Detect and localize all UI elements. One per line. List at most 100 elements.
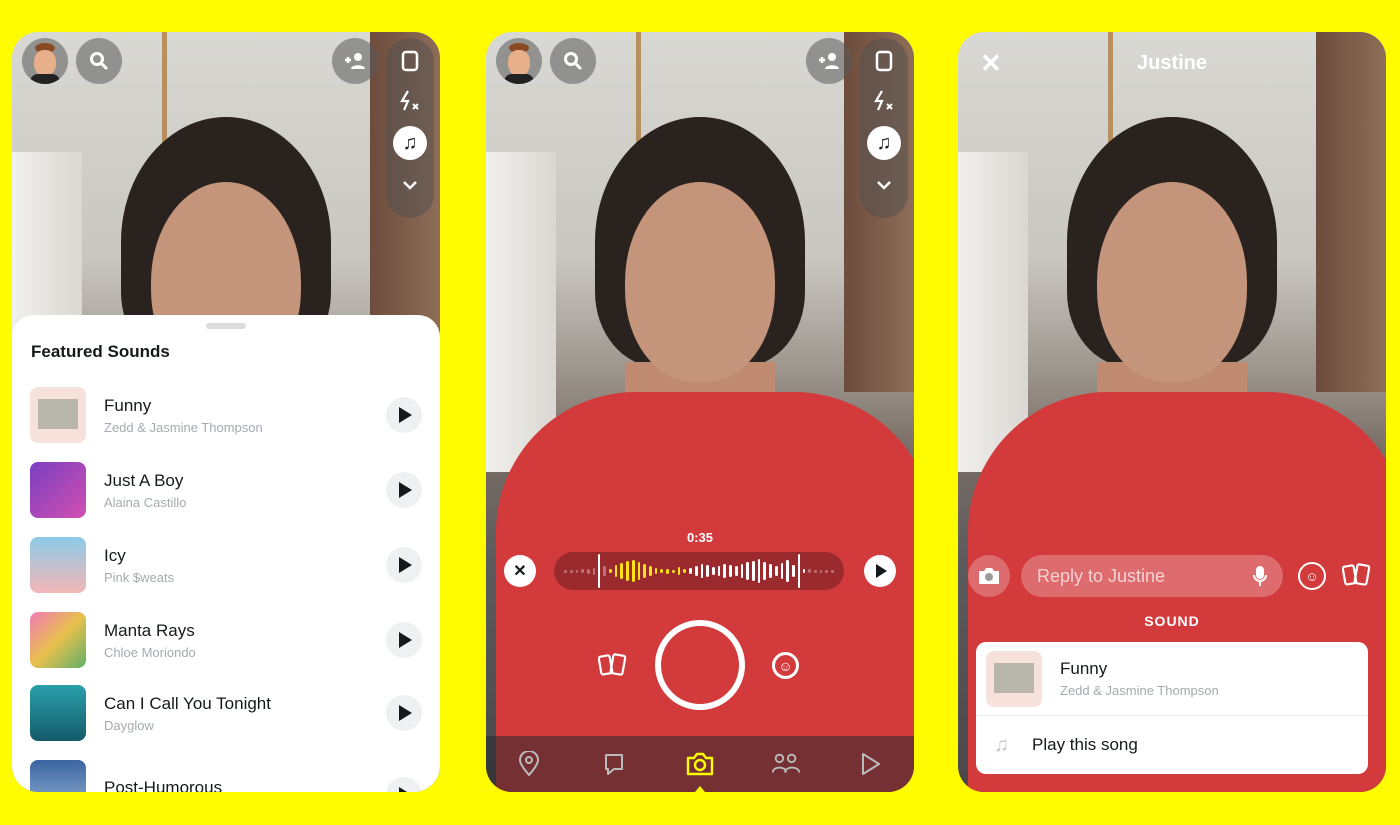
preview-sound-button[interactable]	[864, 555, 896, 587]
play-button[interactable]	[386, 397, 422, 433]
featured-sounds-sheet: Featured Sounds Funny Zedd & Jasmine Thom…	[12, 315, 440, 792]
track-title: Just A Boy	[104, 470, 184, 490]
play-icon	[399, 632, 412, 648]
play-icon	[399, 407, 412, 423]
chevron-down-icon[interactable]	[867, 170, 901, 200]
sound-waveform-trimmer[interactable]	[554, 552, 844, 590]
track-artist: Alaina Castillo	[104, 494, 187, 510]
waveform-bar	[569, 569, 573, 573]
capture-button[interactable]	[655, 620, 745, 710]
track-title: Funny	[104, 395, 152, 415]
waveform-bar	[620, 563, 624, 579]
emoji-icon[interactable]: ☺	[1298, 562, 1326, 590]
album-art	[986, 650, 1042, 707]
sound-track[interactable]: Funny Zedd & Jasmine Thompson	[976, 642, 1368, 716]
track-title: Icy	[104, 545, 126, 565]
music-icon[interactable]: ♫	[393, 126, 427, 160]
album-art	[30, 387, 86, 443]
album-art	[30, 685, 86, 741]
waveform-bar	[825, 569, 829, 573]
add-friend-button[interactable]	[806, 38, 852, 84]
music-icon[interactable]: ♫	[867, 126, 901, 160]
track-item[interactable]: Just A Boy Alaina Castillo	[30, 460, 422, 520]
stories-icon[interactable]	[856, 749, 886, 779]
flash-off-icon[interactable]	[393, 86, 427, 116]
waveform-bar	[654, 568, 658, 574]
play-button[interactable]	[386, 695, 422, 731]
waveform-bar	[831, 569, 834, 573]
bitmoji-avatar[interactable]	[496, 38, 542, 84]
flash-off-icon[interactable]	[867, 86, 901, 116]
lenses-icon[interactable]: ☺	[772, 652, 799, 679]
waveform-bar	[774, 566, 778, 576]
play-button[interactable]	[386, 777, 422, 792]
track-item[interactable]: Can I Call You Tonight Dayglow	[30, 683, 422, 743]
album-art	[30, 462, 86, 518]
track-artist: Pink $weats	[104, 569, 175, 585]
play-button[interactable]	[386, 472, 422, 508]
chat-title: Justine	[1136, 52, 1208, 74]
reply-input[interactable]: Reply to Justine	[1021, 555, 1283, 597]
bitmoji-avatar[interactable]	[22, 38, 68, 84]
music-note-icon: ♫	[994, 733, 1009, 756]
play-button[interactable]	[386, 622, 422, 658]
flip-camera-icon[interactable]	[393, 46, 427, 76]
friends-icon[interactable]	[771, 749, 801, 779]
waveform-bar	[786, 560, 789, 582]
map-icon[interactable]	[514, 749, 544, 779]
add-friend-icon	[819, 53, 839, 69]
waveform-bar	[734, 566, 738, 576]
chat-icon[interactable]	[599, 749, 629, 779]
phone-camera-with-sound: ♫ 0:35 ✕ ☺	[486, 32, 914, 792]
waveform-bar	[609, 569, 612, 573]
memories-icon[interactable]	[597, 652, 628, 683]
waveform-bar	[637, 562, 641, 580]
camera-icon	[979, 568, 999, 584]
track-item[interactable]: Icy Pink $weats	[30, 535, 422, 595]
clip-duration: 0:35	[686, 530, 714, 545]
waveform-bar	[717, 566, 721, 576]
trim-handle[interactable]	[797, 554, 800, 588]
bottom-nav	[486, 736, 914, 792]
add-friend-button[interactable]	[332, 38, 378, 84]
track-artist: Dayglow	[104, 717, 154, 733]
waveform-bar	[671, 569, 675, 573]
play-icon	[399, 705, 412, 721]
waveform-bar	[813, 569, 817, 573]
track-title: Manta Rays	[104, 620, 195, 640]
phone-chat-sound-reply: ✕ Justine Reply to Justine ☺ SOUND Funny…	[958, 32, 1386, 792]
waveform-bar	[649, 566, 652, 576]
waveform-bar	[700, 564, 704, 578]
waveform-bar	[677, 567, 681, 575]
sound-section-label: SOUND	[1144, 613, 1200, 629]
waveform-bar	[746, 562, 749, 580]
play-icon	[876, 564, 887, 578]
camera-icon[interactable]	[685, 749, 715, 779]
waveform-bar	[581, 569, 585, 573]
search-button[interactable]	[550, 38, 596, 84]
memories-icon[interactable]	[1341, 562, 1372, 593]
sheet-handle[interactable]	[206, 323, 246, 329]
waveform-bar	[751, 561, 755, 581]
remove-sound-button[interactable]: ✕	[504, 555, 536, 587]
waveform-bar	[689, 568, 692, 574]
waveform-bar	[808, 569, 811, 573]
track-item[interactable]: Post-Humorous	[30, 758, 422, 792]
camera-reply-button[interactable]	[968, 555, 1010, 597]
album-art	[30, 537, 86, 593]
waveform-bar	[740, 564, 744, 578]
trim-handle[interactable]	[598, 554, 601, 588]
chevron-down-icon[interactable]	[393, 170, 427, 200]
search-button[interactable]	[76, 38, 122, 84]
track-item[interactable]: Manta Rays Chloe Moriondo	[30, 610, 422, 670]
track-item[interactable]: Funny Zedd & Jasmine Thompson	[30, 385, 422, 445]
track-title: Can I Call You Tonight	[104, 693, 271, 713]
sound-title: Funny	[1060, 659, 1108, 678]
play-button[interactable]	[386, 547, 422, 583]
waveform-bar	[660, 569, 664, 573]
waveform-bar	[643, 564, 647, 578]
play-this-song-button[interactable]: ♫ Play this song	[976, 716, 1368, 774]
flip-camera-icon[interactable]	[867, 46, 901, 76]
waveform-bar	[757, 559, 761, 583]
microphone-icon[interactable]	[1253, 565, 1267, 587]
